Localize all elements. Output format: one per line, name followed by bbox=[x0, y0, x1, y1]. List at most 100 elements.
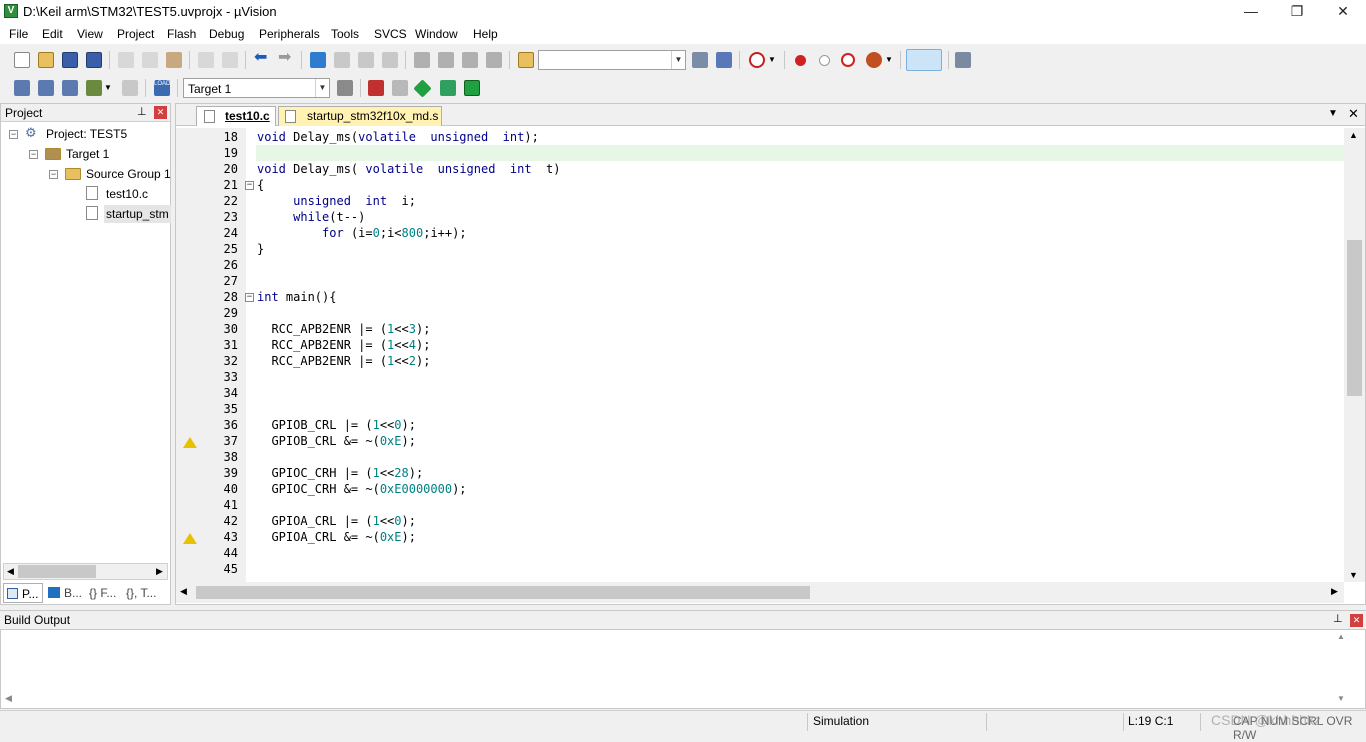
code-line[interactable]: GPIOB_CRL |= (1<<0); bbox=[257, 418, 416, 432]
pin-icon[interactable]: ⊥ bbox=[1333, 612, 1343, 625]
enable-breakpoint-icon[interactable] bbox=[819, 55, 830, 66]
navigate-forward-icon[interactable]: ➡ bbox=[278, 50, 294, 67]
kill-breakpoints-icon[interactable] bbox=[866, 52, 882, 68]
new-file-icon[interactable] bbox=[14, 52, 30, 68]
chevron-down-icon[interactable]: ▼ bbox=[671, 51, 685, 69]
tree-item-file[interactable]: test10.c bbox=[106, 187, 148, 201]
editor-vscrollbar[interactable]: ▲ ▼ bbox=[1344, 128, 1365, 582]
fold-toggle-icon[interactable]: − bbox=[245, 293, 254, 302]
scroll-up-icon[interactable]: ▲ bbox=[1349, 130, 1358, 140]
tab-functions[interactable]: {} F... bbox=[89, 586, 116, 600]
target-options-icon[interactable] bbox=[337, 80, 353, 96]
menu-flash[interactable]: Flash bbox=[167, 27, 196, 41]
download-load-icon[interactable]: LOAD bbox=[154, 80, 170, 96]
incremental-find-icon[interactable] bbox=[692, 52, 708, 68]
navigate-back-icon[interactable]: ⬅ bbox=[254, 50, 270, 67]
code-line[interactable]: void Delay_ms( volatile unsigned int t) bbox=[257, 162, 560, 176]
stop-build-icon[interactable] bbox=[122, 80, 138, 96]
tab-test10-c[interactable]: test10.c bbox=[196, 106, 276, 126]
indent-icon[interactable] bbox=[414, 52, 430, 68]
code-line[interactable]: GPIOA_CRL |= (1<<0); bbox=[257, 514, 416, 528]
fold-toggle-icon[interactable]: − bbox=[245, 181, 254, 190]
menu-help[interactable]: Help bbox=[473, 27, 498, 41]
tree-item-file[interactable]: startup_stm bbox=[104, 205, 171, 223]
close-icon[interactable]: ✕ bbox=[1350, 614, 1363, 627]
scroll-thumb[interactable] bbox=[1347, 240, 1362, 396]
chevron-down-icon[interactable]: ▼ bbox=[104, 80, 120, 96]
paste-icon[interactable] bbox=[166, 52, 182, 68]
code-line[interactable]: unsigned int i; bbox=[257, 194, 416, 208]
prev-bookmark-icon[interactable] bbox=[334, 52, 350, 68]
close-button[interactable]: ✕ bbox=[1320, 0, 1366, 23]
rebuild-icon[interactable] bbox=[62, 80, 78, 96]
configure-wrench-icon[interactable] bbox=[955, 52, 971, 68]
manage-rte-icon[interactable] bbox=[413, 79, 432, 98]
tree-expander[interactable]: − bbox=[49, 170, 58, 179]
undo-icon[interactable] bbox=[198, 52, 214, 68]
multi-project-icon[interactable] bbox=[392, 80, 408, 96]
select-packs-icon[interactable] bbox=[440, 80, 456, 96]
start-debug-icon[interactable] bbox=[749, 52, 765, 68]
copy-icon[interactable] bbox=[142, 52, 158, 68]
manage-project-items-icon[interactable] bbox=[368, 80, 384, 96]
maximize-button[interactable]: ❐ bbox=[1274, 0, 1320, 23]
tab-books[interactable]: B... bbox=[45, 583, 85, 603]
find-in-files-icon[interactable] bbox=[518, 52, 534, 68]
code-line[interactable]: RCC_APB2ENR |= (1<<4); bbox=[257, 338, 430, 352]
scroll-left-icon[interactable]: ◀ bbox=[5, 693, 12, 704]
build-icon[interactable] bbox=[38, 80, 54, 96]
code-line[interactable]: } bbox=[257, 242, 264, 256]
cut-icon[interactable] bbox=[118, 52, 134, 68]
scroll-down-icon[interactable]: ▼ bbox=[1337, 694, 1345, 703]
chevron-down-icon[interactable]: ▼ bbox=[1328, 108, 1338, 119]
comment-icon[interactable] bbox=[462, 52, 478, 68]
close-icon[interactable]: ✕ bbox=[154, 106, 167, 119]
find-replace-icon[interactable] bbox=[716, 52, 732, 68]
scroll-right-icon[interactable]: ▶ bbox=[156, 566, 163, 577]
tree-expander[interactable]: − bbox=[9, 130, 18, 139]
menu-tools[interactable]: Tools bbox=[331, 27, 359, 41]
next-bookmark-icon[interactable] bbox=[358, 52, 374, 68]
save-all-icon[interactable] bbox=[86, 52, 102, 68]
editor-hscrollbar[interactable]: ◀ ▶ bbox=[176, 582, 1344, 603]
code-line[interactable]: int main(){ bbox=[257, 290, 336, 304]
pin-icon[interactable]: ⊥ bbox=[137, 105, 147, 118]
tab-startup-file[interactable]: startup_stm32f10x_md.s bbox=[278, 106, 442, 126]
redo-icon[interactable] bbox=[222, 52, 238, 68]
tab-templates[interactable]: {}, T... bbox=[126, 586, 156, 600]
scroll-left-icon[interactable]: ◀ bbox=[7, 566, 14, 577]
pack-installer-icon[interactable] bbox=[464, 80, 480, 96]
code-line[interactable]: while(t--) bbox=[257, 210, 365, 224]
unindent-icon[interactable] bbox=[438, 52, 454, 68]
close-icon[interactable]: ✕ bbox=[1348, 106, 1359, 122]
tree-item-source-group[interactable]: Source Group 1 bbox=[86, 167, 171, 181]
code-line[interactable]: RCC_APB2ENR |= (1<<3); bbox=[257, 322, 430, 336]
build-output-pane[interactable]: ▲ ▼ ◀ bbox=[0, 629, 1366, 709]
bookmark-icon[interactable] bbox=[310, 52, 326, 68]
tree-item-project[interactable]: Project: TEST5 bbox=[46, 127, 127, 141]
scroll-down-icon[interactable]: ▼ bbox=[1349, 570, 1358, 580]
code-line[interactable]: GPIOC_CRH &= ~(0xE0000000); bbox=[257, 482, 466, 496]
scroll-up-icon[interactable]: ▲ bbox=[1337, 632, 1345, 641]
menu-debug[interactable]: Debug bbox=[209, 27, 244, 41]
target-select[interactable]: Target 1 ▼ bbox=[183, 78, 330, 98]
insert-breakpoint-icon[interactable] bbox=[795, 55, 806, 66]
scroll-thumb[interactable] bbox=[196, 586, 810, 599]
code-line[interactable]: void Delay_ms(volatile unsigned int); bbox=[257, 130, 539, 144]
clear-bookmarks-icon[interactable] bbox=[382, 52, 398, 68]
tree-expander[interactable]: − bbox=[29, 150, 38, 159]
open-file-icon[interactable] bbox=[38, 52, 54, 68]
uncomment-icon[interactable] bbox=[486, 52, 502, 68]
disable-breakpoints-icon[interactable] bbox=[841, 53, 855, 67]
menu-project[interactable]: Project bbox=[117, 27, 154, 41]
code-line[interactable]: RCC_APB2ENR |= (1<<2); bbox=[257, 354, 430, 368]
find-combo[interactable]: ▼ bbox=[538, 50, 686, 70]
chevron-down-icon[interactable]: ▼ bbox=[768, 52, 784, 68]
menu-file[interactable]: File bbox=[9, 27, 28, 41]
scroll-right-icon[interactable]: ▶ bbox=[1331, 586, 1338, 597]
menu-peripherals[interactable]: Peripherals bbox=[259, 27, 320, 41]
menu-window[interactable]: Window bbox=[415, 27, 458, 41]
project-hscrollbar[interactable]: ◀ ▶ bbox=[3, 563, 168, 580]
menu-svcs[interactable]: SVCS bbox=[374, 27, 407, 41]
code-area[interactable]: 18 void Delay_ms(volatile unsigned int); 1… bbox=[176, 128, 1344, 582]
